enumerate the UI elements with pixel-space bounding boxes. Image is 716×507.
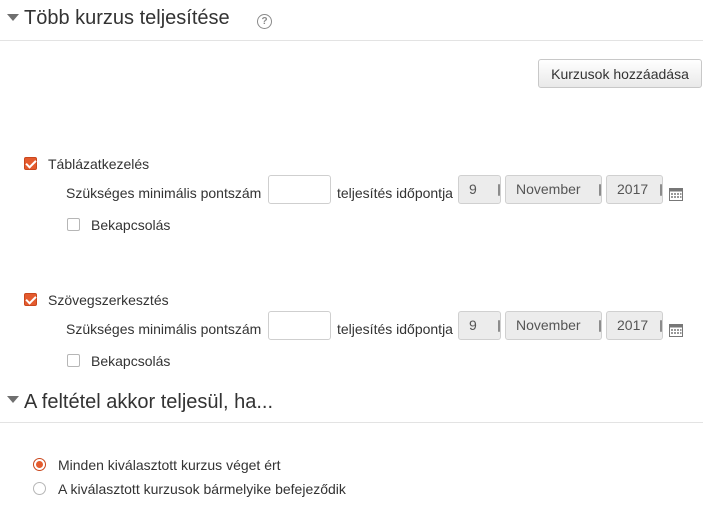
day-value: 9 <box>469 181 477 197</box>
caret-down-icon[interactable] <box>7 396 19 403</box>
day-value: 9 <box>469 317 477 333</box>
caret-down-icon[interactable] <box>7 14 19 21</box>
condition-radio-any[interactable] <box>33 482 46 495</box>
section-title: A feltétel akkor teljesül, ha... <box>24 391 274 413</box>
enable-checkbox[interactable] <box>67 354 80 367</box>
day-select[interactable]: 9 <box>458 175 501 204</box>
course-checkbox[interactable] <box>24 157 37 170</box>
condition-radio-all[interactable] <box>33 458 46 471</box>
month-value: November <box>516 317 581 333</box>
enable-label: Bekapcsolás <box>91 217 171 233</box>
calendar-icon[interactable] <box>669 187 683 201</box>
min-score-label: Szükséges minimális pontszám <box>66 185 262 201</box>
day-select[interactable]: 9 <box>458 311 501 340</box>
add-courses-button[interactable]: Kurzusok hozzáadása <box>538 59 702 88</box>
month-select[interactable]: November <box>505 175 602 204</box>
condition-option-label: A kiválasztott kurzusok bármelyike befej… <box>58 481 346 497</box>
year-value: 2017 <box>617 317 649 333</box>
enable-checkbox[interactable] <box>67 218 80 231</box>
page: Több kurzus teljesítése ? Kurzusok hozzá… <box>0 0 716 507</box>
calendar-icon[interactable] <box>669 323 683 337</box>
section-header-multiple-courses[interactable]: Több kurzus teljesítése ? <box>0 0 703 41</box>
completion-date-label: teljesítés időpontja <box>337 321 453 337</box>
course-name: Táblázatkezelés <box>48 156 150 172</box>
month-select[interactable]: November <box>505 311 602 340</box>
section-title: Több kurzus teljesítése <box>24 7 230 29</box>
year-value: 2017 <box>617 181 649 197</box>
course-checkbox[interactable] <box>24 293 37 306</box>
min-score-input[interactable] <box>268 311 331 340</box>
year-select[interactable]: 2017 <box>606 175 663 204</box>
month-value: November <box>516 181 581 197</box>
condition-option-label: Minden kiválasztott kurzus véget ért <box>58 457 281 473</box>
min-score-input[interactable] <box>268 175 331 204</box>
help-icon[interactable]: ? <box>257 14 272 29</box>
year-select[interactable]: 2017 <box>606 311 663 340</box>
completion-date-label: teljesítés időpontja <box>337 185 453 201</box>
course-name: Szövegszerkesztés <box>48 292 169 308</box>
min-score-label: Szükséges minimális pontszám <box>66 321 262 337</box>
enable-label: Bekapcsolás <box>91 353 171 369</box>
section-header-condition[interactable]: A feltétel akkor teljesül, ha... <box>0 382 703 423</box>
